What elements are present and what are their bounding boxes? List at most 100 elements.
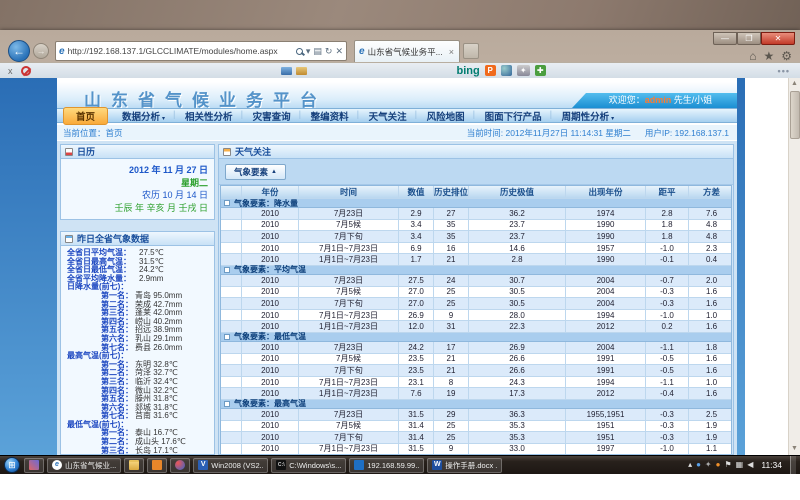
blocked-plugin-icon[interactable]	[21, 66, 31, 76]
nav-item-天气关注[interactable]: 天气关注	[359, 109, 417, 123]
new-tab-button[interactable]	[463, 43, 479, 59]
row-check-cell	[221, 220, 242, 231]
taskbar-button-rdp[interactable]: 192.168.59.99...	[349, 458, 424, 473]
action-center-flag-icon[interactable]: ⚑	[724, 460, 731, 470]
group-label: 气象要素：平均气温	[234, 264, 306, 275]
taskbar-clock[interactable]: 11:34	[761, 460, 782, 470]
vertical-scrollbar[interactable]: ▲ ▼	[788, 78, 800, 455]
taskbar-button[interactable]	[24, 458, 44, 473]
compatibility-icon[interactable]: ▤	[313, 46, 322, 57]
taskbar-button[interactable]	[170, 458, 190, 473]
search-dropdown-icon[interactable]: ▾	[306, 46, 311, 57]
toolbar-overflow-icon[interactable]: •••	[778, 66, 790, 76]
table-cell: 2010	[242, 231, 299, 242]
weather-panel-title: 昨日全省气象数据	[77, 232, 149, 245]
rank-value: 莒南 31.6℃	[135, 412, 178, 421]
taskbar-button-cmd[interactable]: C:\C:\Windows\s...	[271, 458, 346, 473]
taskbar-button-win[interactable]: VWin2008 (VS2...	[193, 458, 268, 473]
table-cell: -1.0	[646, 310, 689, 321]
group-band[interactable]: 气象要素：最低气温	[221, 333, 731, 342]
scroll-thumb[interactable]	[790, 91, 800, 139]
table-cell: 30.5	[469, 287, 566, 298]
forward-button[interactable]: →	[33, 43, 49, 59]
back-button[interactable]: ←	[8, 40, 30, 62]
table-cell: 2010	[242, 365, 299, 376]
start-button[interactable]: ⊞	[4, 457, 20, 473]
nav-item-整编资料[interactable]: 整编资料	[301, 109, 359, 123]
scroll-up-arrow[interactable]: ▲	[789, 78, 800, 90]
table-row[interactable]: 20107月下旬23.52126.61991-0.51.6	[221, 365, 731, 377]
table-row[interactable]: 20107月下旬31.42535.31951-0.31.9	[221, 432, 731, 444]
table-row[interactable]: 20107月1日~7月23日23.1824.31994-1.11.0	[221, 377, 731, 389]
nav-item-数据分析[interactable]: 数据分析▾	[112, 109, 175, 123]
table-row[interactable]: 20107月1日~7月23日26.9928.01994-1.01.0	[221, 310, 731, 322]
table-cell: 7月5候	[299, 220, 399, 231]
nav-item-相关性分析[interactable]: 相关性分析	[175, 109, 243, 123]
scroll-down-arrow[interactable]: ▼	[789, 443, 800, 455]
network-icon[interactable]: ▦	[736, 460, 744, 470]
url-input[interactable]	[68, 46, 294, 56]
table-cell: 24	[434, 275, 469, 286]
show-desktop-button[interactable]	[790, 456, 796, 475]
toolbar-p-icon[interactable]: P	[485, 65, 496, 76]
bing-logo[interactable]: bing	[457, 65, 480, 77]
home-icon[interactable]: ⌂	[749, 49, 756, 63]
table-row[interactable]: 20107月23日24.21726.92004-1.11.8	[221, 342, 731, 354]
favorites-star-icon[interactable]: ★	[763, 49, 774, 63]
toolbar-card-icon[interactable]	[281, 67, 292, 75]
table-row[interactable]: 20107月1日~7月23日31.5933.01997-1.01.1	[221, 444, 731, 455]
tray-update-icon[interactable]: ●	[716, 460, 721, 470]
settings-gear-icon[interactable]: ⚙	[781, 49, 792, 63]
table-cell: 35	[434, 231, 469, 242]
table-cell: 1994	[566, 310, 646, 321]
toolbar-camera-icon[interactable]	[501, 65, 512, 76]
table-row[interactable]: 20107月下旬3.43523.719901.84.8	[221, 231, 731, 243]
table-row[interactable]: 20107月23日2.92736.219742.87.6	[221, 208, 731, 220]
tray-utility-icon[interactable]: ✦	[705, 460, 712, 470]
nav-item-灾害查询[interactable]: 灾害查询	[243, 109, 301, 123]
volume-icon[interactable]: ◀	[747, 460, 753, 470]
group-band[interactable]: 气象要素：最高气温	[221, 400, 731, 409]
browser-tab[interactable]: e 山东省气候业务平... ×	[354, 40, 460, 62]
taskbar-button-word[interactable]: W操作手册.docx ...	[427, 458, 502, 473]
nav-item-周期性分析[interactable]: 周期性分析▾	[552, 109, 625, 123]
toolbar-paw-icon[interactable]: ✦	[517, 65, 530, 76]
group-checkbox[interactable]	[224, 200, 230, 206]
table-row[interactable]: 20107月5候27.02530.52004-0.31.6	[221, 287, 731, 299]
table-cell: -0.4	[646, 388, 689, 399]
network-globe-icon[interactable]: ●	[696, 460, 701, 470]
table-row[interactable]: 20107月23日27.52430.72004-0.72.0	[221, 275, 731, 287]
toolbar-puzzle-icon[interactable]: ✚	[535, 65, 546, 76]
table-cell: 2010	[242, 342, 299, 353]
table-cell: 7月1日~7月23日	[299, 377, 399, 388]
toolbar-mail-icon[interactable]	[296, 67, 307, 75]
status-info: 当前时间: 2012年11月27日 11:14:31 星期二 用户IP: 192…	[467, 127, 729, 139]
table-row[interactable]: 20107月1日~7月23日6.91614.61957-1.02.3	[221, 243, 731, 255]
nav-item-首页[interactable]: 首页	[63, 107, 108, 125]
group-checkbox[interactable]	[224, 401, 230, 407]
taskbar-button[interactable]	[124, 458, 144, 473]
group-checkbox[interactable]	[224, 334, 230, 340]
table-row[interactable]: 20107月下旬27.02530.52004-0.31.6	[221, 298, 731, 310]
address-bar[interactable]: e ▾ ▤ ↻ ✕	[55, 41, 347, 61]
element-filter-button[interactable]: 气象要素 ▲	[225, 164, 286, 180]
table-row[interactable]: 20107月23日31.52936.31955,1951-0.32.5	[221, 409, 731, 421]
taskbar-button-ie[interactable]: e山东省气候业...	[47, 458, 121, 473]
group-band[interactable]: 气象要素：降水量	[221, 199, 731, 208]
taskbar-button[interactable]	[147, 458, 167, 473]
table-row[interactable]: 20107月5候31.42535.31951-0.31.9	[221, 421, 731, 433]
toolbar-close-icon[interactable]: x	[8, 66, 13, 76]
group-checkbox[interactable]	[224, 267, 230, 273]
tab-close-icon[interactable]: ×	[448, 47, 455, 57]
table-row[interactable]: 20107月5候23.52126.61991-0.51.6	[221, 354, 731, 366]
group-band[interactable]: 气象要素：平均气温	[221, 266, 731, 275]
nav-item-图面下行产品[interactable]: 图面下行产品	[475, 109, 552, 123]
refresh-icon[interactable]: ↻	[325, 46, 333, 57]
hidden-icons-arrow[interactable]: ▴	[688, 460, 692, 470]
stop-icon[interactable]: ✕	[335, 46, 343, 57]
search-icon[interactable]	[296, 48, 303, 55]
taskbar-button-label: Win2008 (VS2...	[211, 461, 263, 470]
nav-item-风险地图[interactable]: 风险地图	[417, 109, 475, 123]
row-check-cell	[221, 298, 242, 309]
table-row[interactable]: 20107月5候3.43523.719901.84.8	[221, 220, 731, 232]
